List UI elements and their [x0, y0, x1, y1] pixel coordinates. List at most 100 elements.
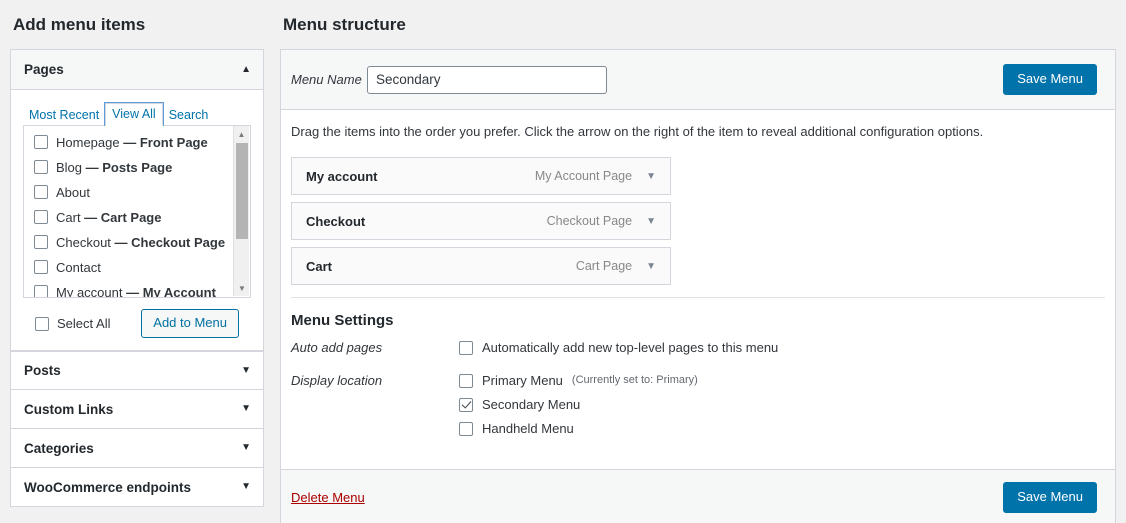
list-item[interactable]: Cart — Cart Page [34, 209, 232, 226]
menu-item-row[interactable]: My account My Account Page ▼ [291, 157, 671, 195]
add-menu-items-title: Add menu items [13, 15, 146, 34]
menu-item-list: My account My Account Page ▼ Checkout Ch… [291, 157, 671, 285]
page-checkbox[interactable] [34, 210, 48, 224]
location-handheld-checkbox[interactable] [459, 422, 473, 436]
menu-structure-panel: Menu Name Save Menu Drag the items into … [280, 49, 1116, 523]
location-primary-menu[interactable]: Primary Menu (Currently set to: Primary) [459, 372, 1105, 389]
page-label: Cart — Cart Page [56, 210, 162, 225]
display-location-row: Display location Primary Menu (Currently… [291, 372, 1105, 444]
pages-accordion: Pages ▲ Most Recent View All Search Home… [10, 49, 264, 351]
delete-menu-link[interactable]: Delete Menu [291, 490, 365, 505]
list-item[interactable]: Checkout — Checkout Page [34, 234, 232, 251]
page-checkbox[interactable] [34, 160, 48, 174]
accordion-woocommerce-endpoints-label: WooCommerce endpoints [24, 479, 192, 495]
accordion-categories-label: Categories [24, 440, 94, 456]
pages-accordion-header[interactable]: Pages ▲ [11, 50, 263, 90]
scroll-up-icon[interactable]: ▲ [234, 126, 249, 142]
chevron-down-icon[interactable]: ▼ [646, 261, 656, 272]
add-to-menu-button[interactable]: Add to Menu [141, 309, 239, 338]
accordion-custom-links[interactable]: Custom Links ▼ [10, 390, 264, 429]
pages-checklist-scrollbar[interactable]: ▲ ▼ [233, 126, 249, 296]
location-secondary-checkbox[interactable] [459, 398, 473, 412]
menu-panel-footer: Delete Menu Save Menu [281, 469, 1115, 523]
menu-editor-page: Add menu items Pages ▲ Most Recent View … [0, 0, 1126, 523]
chevron-down-icon[interactable]: ▼ [241, 443, 251, 453]
collapsed-panels: Posts ▼ Custom Links ▼ Categories ▼ WooC… [10, 351, 264, 507]
page-checkbox[interactable] [34, 285, 48, 297]
auto-add-pages-option-label: Automatically add new top-level pages to… [482, 340, 779, 355]
tab-search[interactable]: Search [163, 105, 215, 126]
display-location-label: Display location [291, 373, 383, 388]
location-secondary-menu[interactable]: Secondary Menu [459, 396, 1105, 413]
menu-item-title: Cart [306, 258, 333, 274]
chevron-down-icon[interactable]: ▼ [241, 482, 251, 492]
pages-accordion-label: Pages [24, 62, 64, 77]
chevron-down-icon[interactable]: ▼ [241, 365, 251, 376]
menu-settings-section: Menu Settings Auto add pages Automatical… [291, 297, 1105, 469]
scroll-down-icon[interactable]: ▼ [234, 280, 250, 296]
page-label: About [56, 185, 90, 200]
accordion-posts[interactable]: Posts ▼ [10, 351, 264, 390]
menu-item-title: Checkout [306, 213, 366, 229]
select-all-checkbox[interactable] [35, 317, 49, 331]
menu-item-type: Cart Page [575, 259, 633, 273]
display-location-options: Primary Menu (Currently set to: Primary)… [459, 372, 1105, 444]
location-secondary-label: Secondary Menu [482, 397, 581, 412]
list-item[interactable]: Contact [34, 259, 232, 276]
menu-item-row[interactable]: Cart Cart Page ▼ [291, 247, 671, 285]
page-label: Homepage — Front Page [56, 135, 208, 150]
menu-name-header: Menu Name Save Menu [281, 50, 1115, 110]
menu-item-row[interactable]: Checkout Checkout Page ▼ [291, 202, 671, 240]
page-checkbox[interactable] [34, 135, 48, 149]
save-menu-button-top[interactable]: Save Menu [1003, 64, 1097, 95]
pages-tabs: Most Recent View All Search [23, 102, 251, 127]
auto-add-pages-label: Auto add pages [291, 340, 383, 355]
menu-structure-body: Drag the items into the order you prefer… [281, 110, 1115, 469]
accordion-categories[interactable]: Categories ▼ [10, 429, 264, 468]
pages-checklist: Homepage — Front Page Blog — Posts Page … [23, 126, 251, 298]
scrollbar-thumb[interactable] [236, 143, 248, 239]
tab-most-recent[interactable]: Most Recent [23, 105, 105, 126]
page-checkbox[interactable] [34, 235, 48, 249]
accordion-posts-label: Posts [24, 363, 61, 378]
auto-add-pages-options: Automatically add new top-level pages to… [459, 339, 1105, 363]
menu-item-type: Checkout Page [546, 214, 633, 228]
location-primary-checkbox[interactable] [459, 374, 473, 388]
accordion-custom-links-label: Custom Links [24, 401, 114, 417]
select-all-row[interactable]: Select All [35, 316, 141, 331]
pages-checklist-items: Homepage — Front Page Blog — Posts Page … [24, 134, 250, 298]
list-item[interactable]: About [34, 184, 232, 201]
save-menu-button-bottom[interactable]: Save Menu [1003, 482, 1097, 513]
page-label: My account — My Account Page [56, 285, 216, 298]
add-menu-items-column: Add menu items Pages ▲ Most Recent View … [10, 0, 264, 507]
pages-checklist-footer: Select All Add to Menu [23, 298, 251, 350]
chevron-down-icon[interactable]: ▼ [646, 171, 656, 182]
chevron-down-icon[interactable]: ▼ [646, 216, 656, 227]
auto-add-pages-row: Auto add pages Automatically add new top… [291, 339, 1105, 363]
page-label: Contact [56, 260, 101, 275]
accordion-woocommerce-endpoints[interactable]: WooCommerce endpoints ▼ [10, 468, 264, 507]
list-item[interactable]: Homepage — Front Page [34, 134, 232, 151]
list-item[interactable]: My account — My Account Page [34, 284, 232, 298]
select-all-label: Select All [57, 316, 111, 331]
menu-settings-heading: Menu Settings [291, 312, 394, 329]
location-handheld-label: Handheld Menu [482, 421, 574, 436]
chevron-down-icon[interactable]: ▼ [241, 404, 251, 414]
list-item[interactable]: Blog — Posts Page [34, 159, 232, 176]
location-primary-label: Primary Menu [482, 373, 563, 388]
menu-structure-column: Menu structure Menu Name Save Menu Drag … [280, 0, 1116, 523]
auto-add-pages-option[interactable]: Automatically add new top-level pages to… [459, 339, 1105, 356]
chevron-up-icon[interactable]: ▲ [241, 64, 251, 75]
auto-add-pages-checkbox[interactable] [459, 341, 473, 355]
tab-view-all[interactable]: View All [104, 102, 164, 127]
menu-item-title: My account [306, 168, 378, 184]
page-checkbox[interactable] [34, 185, 48, 199]
menu-name-input[interactable] [367, 65, 607, 94]
location-handheld-menu[interactable]: Handheld Menu [459, 420, 1105, 437]
pages-accordion-body: Most Recent View All Search [11, 90, 263, 127]
page-label: Checkout — Checkout Page [56, 235, 226, 250]
drag-hint-text: Drag the items into the order you prefer… [291, 124, 984, 139]
pages-checklist-wrap: Homepage — Front Page Blog — Posts Page … [11, 126, 263, 350]
location-primary-note: (Currently set to: Primary) [571, 374, 698, 386]
page-checkbox[interactable] [34, 260, 48, 274]
